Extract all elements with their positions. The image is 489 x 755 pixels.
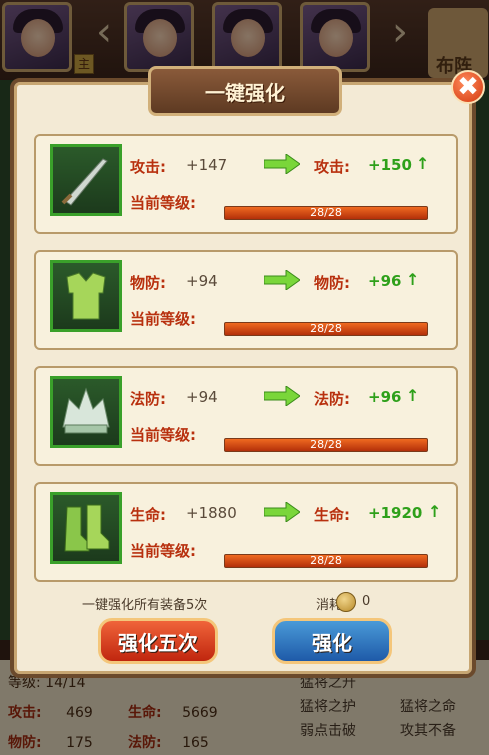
level-progress-bar: 28/28 bbox=[224, 438, 428, 452]
equip-card-helmet: 法防: +94 法防: +96 ↑ 当前等级: 28/28 bbox=[34, 366, 458, 466]
up-arrow-icon: ↑ bbox=[416, 154, 430, 173]
helmet-icon[interactable] bbox=[50, 376, 122, 448]
enhance-button[interactable]: 强化 bbox=[272, 618, 392, 664]
equip-card-weapon: 攻击: +147 攻击: +150 ↑ 当前等级: 28/28 bbox=[34, 134, 458, 234]
dialog-title-bar: 一键强化 bbox=[148, 66, 342, 116]
arrow-right-icon bbox=[264, 386, 300, 406]
sword-icon[interactable] bbox=[50, 144, 122, 216]
arrow-right-icon bbox=[264, 502, 300, 522]
next-value: +150 bbox=[368, 156, 412, 174]
coin-icon bbox=[336, 592, 356, 612]
current-value: +147 bbox=[186, 156, 228, 174]
level-label: 当前等级: bbox=[130, 426, 196, 444]
next-value: +96 bbox=[368, 272, 402, 290]
level-label: 当前等级: bbox=[130, 194, 196, 212]
stat-label: 物防: bbox=[130, 274, 166, 292]
up-arrow-icon: ↑ bbox=[406, 270, 420, 289]
current-value: +1880 bbox=[186, 504, 237, 522]
level-value: 28/28 bbox=[310, 322, 342, 335]
up-arrow-icon: ↑ bbox=[428, 502, 442, 521]
enhance-note: 一键强化所有装备5次 bbox=[82, 598, 208, 613]
current-value: +94 bbox=[186, 388, 218, 406]
stat-label-next: 生命: bbox=[314, 506, 350, 524]
stat-label: 生命: bbox=[130, 506, 166, 524]
level-value: 28/28 bbox=[310, 206, 342, 219]
level-progress-bar: 28/28 bbox=[224, 554, 428, 568]
close-icon[interactable]: ✖ bbox=[451, 70, 485, 104]
next-value: +1920 bbox=[368, 504, 423, 522]
equip-card-boots: 生命: +1880 生命: +1920 ↑ 当前等级: 28/28 bbox=[34, 482, 458, 582]
stat-label: 法防: bbox=[130, 390, 166, 408]
stat-label-next: 攻击: bbox=[314, 158, 350, 176]
boots-icon[interactable] bbox=[50, 492, 122, 564]
arrow-right-icon bbox=[264, 154, 300, 174]
arrow-right-icon bbox=[264, 270, 300, 290]
next-value: +96 bbox=[368, 388, 402, 406]
stat-label-next: 物防: bbox=[314, 274, 350, 292]
level-label: 当前等级: bbox=[130, 542, 196, 560]
level-value: 28/28 bbox=[310, 554, 342, 567]
enhance-five-button[interactable]: 强化五次 bbox=[98, 618, 218, 664]
dialog-title: 一键强化 bbox=[205, 81, 285, 105]
level-value: 28/28 bbox=[310, 438, 342, 451]
stat-label-next: 法防: bbox=[314, 390, 350, 408]
cost-value: 0 bbox=[362, 594, 371, 609]
level-progress-bar: 28/28 bbox=[224, 322, 428, 336]
level-progress-bar: 28/28 bbox=[224, 206, 428, 220]
armor-icon[interactable] bbox=[50, 260, 122, 332]
current-value: +94 bbox=[186, 272, 218, 290]
up-arrow-icon: ↑ bbox=[406, 386, 420, 405]
equip-card-armor: 物防: +94 物防: +96 ↑ 当前等级: 28/28 bbox=[34, 250, 458, 350]
stat-label: 攻击: bbox=[130, 158, 166, 176]
level-label: 当前等级: bbox=[130, 310, 196, 328]
